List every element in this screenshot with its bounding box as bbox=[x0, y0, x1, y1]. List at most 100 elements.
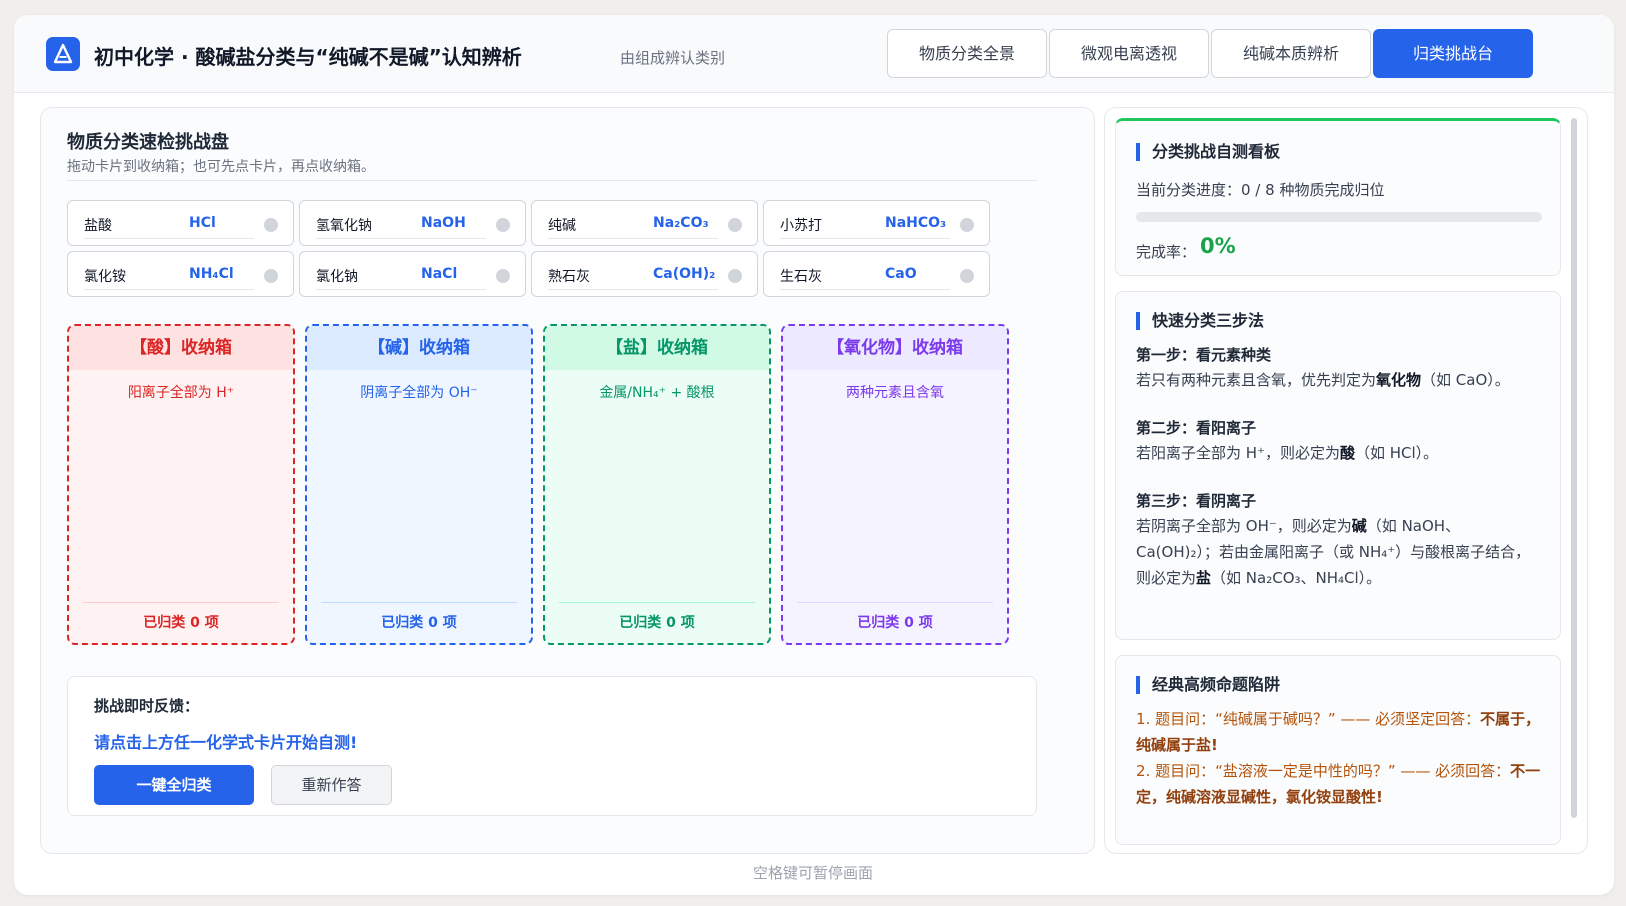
tab-challenge[interactable]: 归类挑战台 bbox=[1373, 29, 1533, 78]
step-3-body: 若阴离子全部为 OH⁻，则必定为碱（如 NaOH、Ca(OH)₂）；若由金属阳离… bbox=[1136, 517, 1531, 587]
bin-rule: 阴离子全部为 OH⁻ bbox=[360, 385, 478, 401]
trap-item-2: 2. 题目问：“盐溶液一定是中性的吗？” —— 必须回答：不一定，纯碱溶液显碱性… bbox=[1136, 762, 1541, 806]
card-name: 氢氧化钠 bbox=[316, 218, 372, 234]
divider bbox=[780, 238, 950, 239]
bin-title: 【盐】收纳箱 bbox=[545, 326, 769, 370]
substance-card-nh4cl[interactable]: 氯化铵 NH₄Cl bbox=[67, 251, 294, 297]
status-dot-icon bbox=[728, 218, 742, 232]
bin-count: 已归类 0 项 bbox=[619, 615, 695, 631]
bin-oxide[interactable]: 【氧化物】收纳箱 两种元素且含氧 已归类 0 项 bbox=[781, 324, 1009, 645]
step-1-heading: 第一步：看元素种类 bbox=[1136, 346, 1272, 364]
step-3-heading: 第三步：看阴离子 bbox=[1136, 492, 1257, 510]
status-dot-icon bbox=[728, 269, 742, 283]
page-subtitle: 由组成辨认类别 bbox=[620, 49, 726, 67]
divider bbox=[797, 602, 993, 603]
tab-overview[interactable]: 物质分类全景 bbox=[887, 29, 1047, 78]
card-name: 纯碱 bbox=[548, 218, 576, 234]
sidebar-scrollbar[interactable] bbox=[1571, 118, 1577, 818]
progress-card: 分类挑战自测看板 当前分类进度：0 / 8 种物质完成归位 完成率： 0% bbox=[1115, 118, 1561, 276]
bin-count: 已归类 0 项 bbox=[143, 615, 219, 631]
step-1-body: 若只有两种元素且含氧，优先判定为氧化物（如 CaO）。 bbox=[1136, 371, 1510, 389]
substance-card-hcl[interactable]: 盐酸 HCl bbox=[67, 200, 294, 246]
app-window: 初中化学 · 酸碱盐分类与“纯碱不是碱”认知辨析 由组成辨认类别 物质分类全景 … bbox=[14, 15, 1614, 895]
card-name: 氯化钠 bbox=[316, 269, 358, 285]
substance-card-naoh[interactable]: 氢氧化钠 NaOH bbox=[299, 200, 526, 246]
traps-content: 1. 题目问：“纯碱属于碱吗？” —— 必须坚定回答：不属于，纯碱属于盐! 2.… bbox=[1136, 706, 1542, 810]
trap-item-1: 1. 题目问：“纯碱属于碱吗？” —— 必须坚定回答：不属于，纯碱属于盐! bbox=[1136, 710, 1541, 754]
card-formula: CaO bbox=[885, 266, 917, 282]
card-name: 盐酸 bbox=[84, 218, 112, 234]
card-name: 生石灰 bbox=[780, 269, 822, 285]
tab-soda-nature[interactable]: 纯碱本质辨析 bbox=[1211, 29, 1371, 78]
divider bbox=[780, 289, 950, 290]
substance-card-nahco3[interactable]: 小苏打 NaHCO₃ bbox=[763, 200, 990, 246]
triangle-flask-icon bbox=[53, 43, 73, 64]
steps-card-title: 快速分类三步法 bbox=[1136, 312, 1264, 330]
sidebar[interactable]: 分类挑战自测看板 当前分类进度：0 / 8 种物质完成归位 完成率： 0% 快速… bbox=[1104, 107, 1588, 854]
divider bbox=[83, 602, 279, 603]
divider bbox=[84, 238, 254, 239]
substance-card-cao[interactable]: 生石灰 CaO bbox=[763, 251, 990, 297]
divider bbox=[84, 289, 254, 290]
divider bbox=[559, 602, 755, 603]
card-formula: NaOH bbox=[421, 215, 466, 231]
card-name: 氯化铵 bbox=[84, 269, 126, 285]
divider bbox=[67, 180, 1037, 181]
panel-hint: 拖动卡片到收纳箱；也可先点卡片，再点收纳箱。 bbox=[67, 159, 375, 175]
card-name: 小苏打 bbox=[780, 218, 822, 234]
footer-hint: 空格键可暂停画面 bbox=[752, 864, 873, 882]
bin-rule: 两种元素且含氧 bbox=[846, 385, 944, 401]
bin-base[interactable]: 【碱】收纳箱 阴离子全部为 OH⁻ 已归类 0 项 bbox=[305, 324, 533, 645]
bin-rule: 金属/NH₄⁺ + 酸根 bbox=[599, 385, 715, 401]
feedback-message: 请点击上方任一化学式卡片开始自测! bbox=[94, 733, 358, 752]
divider bbox=[316, 289, 486, 290]
substance-card-na2co3[interactable]: 纯碱 Na₂CO₃ bbox=[531, 200, 758, 246]
bin-count: 已归类 0 项 bbox=[857, 615, 933, 631]
app-header: 初中化学 · 酸碱盐分类与“纯碱不是碱”认知辨析 由组成辨认类别 物质分类全景 … bbox=[14, 15, 1614, 93]
rate-value: 0% bbox=[1200, 234, 1236, 258]
bin-title: 【氧化物】收纳箱 bbox=[783, 326, 1007, 370]
card-formula: Na₂CO₃ bbox=[653, 215, 709, 231]
bin-acid[interactable]: 【酸】收纳箱 阳离子全部为 H⁺ 已归类 0 项 bbox=[67, 324, 295, 645]
reset-button[interactable]: 重新作答 bbox=[271, 765, 392, 805]
steps-content: 第一步：看元素种类 若只有两种元素且含氧，优先判定为氧化物（如 CaO）。 第二… bbox=[1136, 344, 1542, 591]
divider bbox=[548, 289, 718, 290]
divider bbox=[321, 602, 517, 603]
panel-title: 物质分类速检挑战盘 bbox=[67, 132, 229, 153]
feedback-box: 挑战即时反馈： 请点击上方任一化学式卡片开始自测! 一键全归类 重新作答 bbox=[67, 676, 1037, 816]
status-dot-icon bbox=[264, 218, 278, 232]
status-dot-icon bbox=[496, 218, 510, 232]
tab-ionization[interactable]: 微观电离透视 bbox=[1049, 29, 1209, 78]
progress-card-title: 分类挑战自测看板 bbox=[1136, 143, 1280, 161]
traps-card: 经典高频命题陷阱 1. 题目问：“纯碱属于碱吗？” —— 必须坚定回答：不属于，… bbox=[1115, 655, 1561, 845]
card-formula: NaCl bbox=[421, 266, 458, 282]
card-formula: Ca(OH)₂ bbox=[653, 266, 716, 282]
bin-title: 【碱】收纳箱 bbox=[307, 326, 531, 370]
divider bbox=[316, 238, 486, 239]
step-2-body: 若阳离子全部为 H⁺，则必定为酸（如 HCl）。 bbox=[1136, 444, 1439, 462]
bin-rule: 阳离子全部为 H⁺ bbox=[127, 385, 235, 401]
substance-card-nacl[interactable]: 氯化钠 NaCl bbox=[299, 251, 526, 297]
card-formula: NaHCO₃ bbox=[885, 215, 947, 231]
progress-bar bbox=[1136, 212, 1542, 222]
rate-label: 完成率： bbox=[1136, 243, 1197, 261]
bin-salt[interactable]: 【盐】收纳箱 金属/NH₄⁺ + 酸根 已归类 0 项 bbox=[543, 324, 771, 645]
card-formula: NH₄Cl bbox=[189, 266, 234, 282]
page-title: 初中化学 · 酸碱盐分类与“纯碱不是碱”认知辨析 bbox=[94, 45, 522, 69]
auto-classify-button[interactable]: 一键全归类 bbox=[94, 765, 254, 805]
status-dot-icon bbox=[960, 218, 974, 232]
status-dot-icon bbox=[960, 269, 974, 283]
feedback-title: 挑战即时反馈： bbox=[94, 697, 200, 715]
traps-card-title: 经典高频命题陷阱 bbox=[1136, 676, 1280, 694]
status-dot-icon bbox=[264, 269, 278, 283]
bin-title: 【酸】收纳箱 bbox=[69, 326, 293, 370]
steps-card: 快速分类三步法 第一步：看元素种类 若只有两种元素且含氧，优先判定为氧化物（如 … bbox=[1115, 291, 1561, 640]
card-name: 熟石灰 bbox=[548, 269, 590, 285]
substance-card-caoh2[interactable]: 熟石灰 Ca(OH)₂ bbox=[531, 251, 758, 297]
logo bbox=[46, 37, 80, 71]
status-dot-icon bbox=[496, 269, 510, 283]
challenge-panel: 物质分类速检挑战盘 拖动卡片到收纳箱；也可先点卡片，再点收纳箱。 盐酸 HCl … bbox=[40, 107, 1095, 854]
card-formula: HCl bbox=[189, 215, 216, 231]
divider bbox=[548, 238, 718, 239]
bin-count: 已归类 0 项 bbox=[381, 615, 457, 631]
